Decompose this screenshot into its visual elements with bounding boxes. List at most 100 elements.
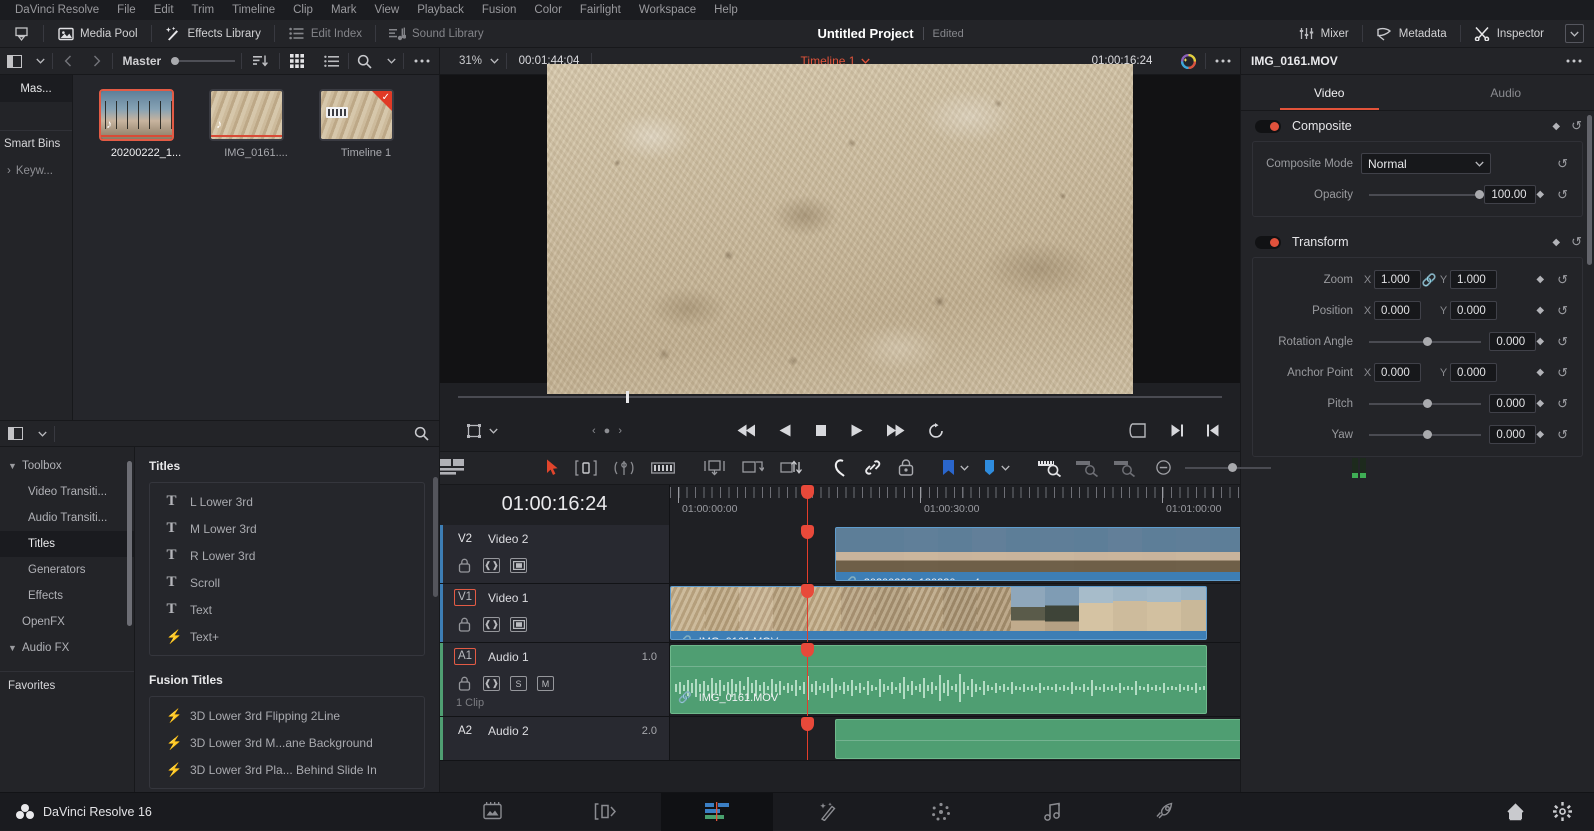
transform-enable-toggle[interactable] (1255, 236, 1281, 249)
composite-enable-toggle[interactable] (1255, 120, 1281, 133)
reset-section-icon[interactable]: ↺ (1571, 234, 1582, 250)
menu-item-fusion[interactable]: Fusion (473, 0, 526, 20)
anchor-y-field[interactable]: 0.000 (1450, 363, 1497, 382)
timeline-thumbnail[interactable]: ✓ Timeline 1 (311, 89, 421, 159)
track-content[interactable]: 🔗 IMG_0161.MOV (670, 643, 1240, 716)
position-y-field[interactable]: 0.000 (1450, 301, 1497, 320)
effects-node-generators[interactable]: Generators (0, 557, 134, 583)
media-page-button[interactable] (437, 793, 549, 831)
color-page-button[interactable] (885, 793, 997, 831)
timeline-ruler[interactable]: 01:00:00:00 01:00:30:00 01:01:00:00 01:0… (670, 485, 1240, 525)
menu-item-color[interactable]: Color (525, 0, 570, 20)
search-icon[interactable] (349, 48, 380, 74)
composite-mode-select[interactable]: Normal (1361, 153, 1491, 174)
track-name[interactable]: Audio 1 (488, 650, 529, 664)
fairlight-page-button[interactable] (997, 793, 1109, 831)
effect-item[interactable]: ⚡ 3D Lower 3rd M...ane Background (150, 729, 424, 756)
favorites-header[interactable]: Favorites (0, 671, 134, 699)
keyframe-diamond-icon[interactable]: ◆ (1536, 429, 1544, 440)
inspector-button[interactable]: Inspector (1461, 20, 1557, 47)
opacity-value-field[interactable]: 100.00 (1484, 185, 1536, 204)
menu-item-playback[interactable]: Playback (408, 0, 473, 20)
chevron-down-icon[interactable] (960, 465, 969, 471)
play-reverse-button[interactable] (778, 423, 792, 438)
effect-item[interactable]: T Scroll (150, 569, 424, 596)
reset-property-icon[interactable]: ↺ (1557, 187, 1568, 203)
mixer-button[interactable]: Mixer (1285, 20, 1362, 47)
back-button[interactable] (53, 48, 82, 74)
pitch-slider[interactable] (1369, 403, 1481, 405)
menu-item-davinci-resolve[interactable]: DaVinci Resolve (6, 0, 108, 20)
sort-order-button[interactable] (242, 48, 279, 74)
jump-to-start-button[interactable] (736, 423, 756, 438)
reset-property-icon[interactable]: ↺ (1557, 396, 1568, 412)
media-pool-view-dropdown[interactable] (29, 48, 52, 74)
effect-item[interactable]: T M Lower 3rd (150, 515, 424, 542)
fit-to-screen-icon[interactable] (1129, 423, 1148, 438)
inspector-scrollbar[interactable] (1587, 115, 1592, 265)
sound-library-button[interactable]: Sound Library (376, 20, 497, 47)
menu-item-mark[interactable]: Mark (322, 0, 366, 20)
trim-edit-tool-icon[interactable] (575, 460, 597, 476)
media-pool-button[interactable]: Media Pool (44, 20, 151, 47)
reset-property-icon[interactable]: ↺ (1557, 156, 1568, 172)
solo-track-button[interactable]: S (510, 676, 527, 691)
effect-item[interactable]: ⚡ Text+ (150, 623, 424, 650)
previous-edit-icon[interactable] (1206, 423, 1220, 438)
bin-item-keywords[interactable]: › Keyw... (0, 157, 72, 184)
dynamic-trim-tool-icon[interactable] (613, 460, 635, 476)
zoom-x-field[interactable]: 1.000 (1374, 270, 1421, 289)
edit-index-button[interactable]: Edit Index (275, 20, 375, 47)
bin-item-master[interactable]: Mas... (0, 75, 72, 102)
smart-bins-header[interactable]: Smart Bins (0, 130, 72, 157)
track-name[interactable]: Video 2 (488, 532, 528, 546)
timeline-view-options-button[interactable] (440, 459, 464, 476)
menu-item-file[interactable]: File (108, 0, 145, 20)
link-clips-icon[interactable] (864, 459, 882, 476)
reset-property-icon[interactable]: ↺ (1557, 427, 1568, 443)
menu-item-fairlight[interactable]: Fairlight (571, 0, 630, 20)
auto-select-track-icon[interactable]: ❰❱ (483, 676, 500, 691)
interface-toggle-button[interactable] (0, 20, 43, 47)
list-view-button[interactable] (315, 48, 348, 74)
effects-node-openfx[interactable]: OpenFX (0, 609, 134, 635)
reset-property-icon[interactable]: ↺ (1557, 334, 1568, 350)
track-badge[interactable]: A2 (454, 725, 476, 737)
selection-tool-icon[interactable] (546, 459, 559, 476)
track-name[interactable]: Audio 2 (488, 724, 529, 738)
track-badge-targeted[interactable]: V1 (454, 589, 476, 606)
lock-track-icon[interactable] (456, 617, 473, 632)
lock-track-icon[interactable] (898, 459, 914, 476)
reset-property-icon[interactable]: ↺ (1557, 303, 1568, 319)
effects-view-dropdown[interactable] (30, 421, 54, 446)
effect-item[interactable]: T L Lower 3rd (150, 488, 424, 515)
cut-page-button[interactable] (549, 793, 661, 831)
track-badge[interactable]: V2 (454, 533, 476, 545)
tab-audio[interactable]: Audio (1418, 75, 1594, 110)
viewer-zoom-value[interactable]: 31% (440, 48, 482, 74)
add-marker-icon[interactable] (942, 459, 955, 476)
yaw-slider[interactable] (1369, 434, 1481, 436)
auto-select-track-icon[interactable]: ❰❱ (483, 558, 500, 573)
tab-video[interactable]: Video (1241, 75, 1418, 110)
playhead[interactable] (807, 485, 808, 525)
menu-item-help[interactable]: Help (705, 0, 747, 20)
track-name[interactable]: Video 1 (488, 591, 528, 605)
play-button[interactable] (850, 423, 864, 438)
menu-item-view[interactable]: View (366, 0, 409, 20)
flag-clip-icon[interactable] (742, 459, 764, 476)
zoom-out-button[interactable] (1156, 460, 1171, 475)
effects-node-audiofx[interactable]: ▼ Audio FX (0, 635, 134, 661)
viewer-zoom-dropdown[interactable] (482, 48, 506, 74)
effects-search-area[interactable] (55, 426, 439, 441)
keyframe-diamond-icon[interactable]: ◆ (1552, 121, 1560, 132)
effect-item[interactable]: ⚡ 3D Lower 3rd Pla... Behind Slide In (150, 756, 424, 783)
timeline-timecode-display[interactable]: 01:00:16:24 (440, 485, 670, 525)
inspector-more-options-button[interactable] (1566, 59, 1594, 63)
timeline-clip[interactable]: 🔗 IMG_0161.MOV (670, 586, 1207, 640)
effects-library-button[interactable]: Effects Library (152, 20, 274, 47)
zoom-fit-medium-icon[interactable] (1076, 459, 1100, 477)
effects-list-scrollbar[interactable] (433, 477, 438, 597)
slider-handle[interactable] (1228, 463, 1237, 472)
zoom-y-field[interactable]: 1.000 (1450, 270, 1497, 289)
